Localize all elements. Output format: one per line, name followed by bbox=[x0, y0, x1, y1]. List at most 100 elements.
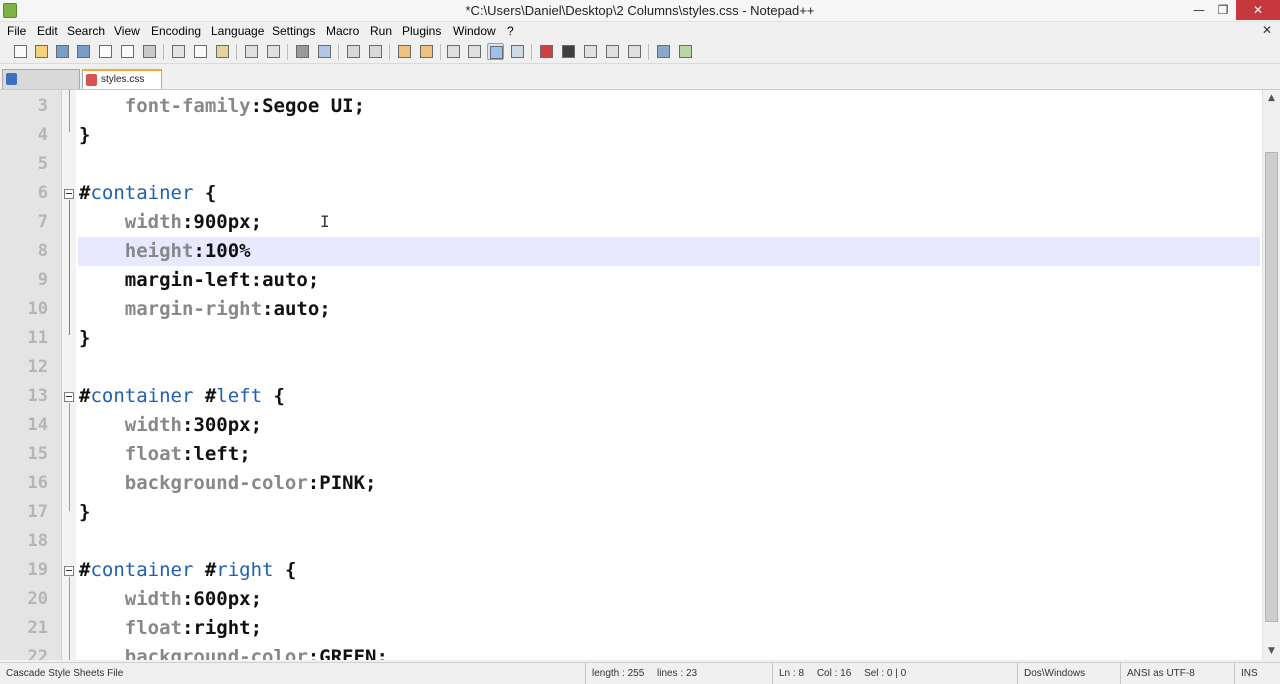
save-macro-icon[interactable] bbox=[626, 43, 643, 60]
code-editor[interactable]: 3 4 5 6 7 8 9 10 11 12 13 14 15 16 17 18 19 20 21 22 font-f… bbox=[0, 90, 1280, 660]
fold-collapse-icon[interactable] bbox=[64, 189, 74, 199]
status-lines: lines : 23 bbox=[657, 668, 698, 679]
code-token: : bbox=[250, 95, 263, 117]
scrollbar-thumb[interactable] bbox=[1265, 152, 1278, 622]
scroll-up-arrow-icon[interactable]: ▲ bbox=[1263, 90, 1280, 107]
close-document-icon[interactable]: ✕ bbox=[1262, 23, 1272, 37]
title-bar: *C:\Users\Daniel\Desktop\2 Columns\style… bbox=[0, 0, 1280, 22]
menu-plugins[interactable]: Plugins bbox=[402, 24, 441, 38]
menu-help[interactable]: ? bbox=[507, 24, 514, 38]
menu-settings[interactable]: Settings bbox=[272, 24, 315, 38]
close-all-icon[interactable] bbox=[119, 43, 136, 60]
line-number: 16 bbox=[27, 473, 48, 493]
code-token: auto bbox=[273, 298, 320, 320]
indent-guide-icon[interactable] bbox=[487, 43, 504, 60]
code-token: # bbox=[193, 385, 217, 407]
window-title: *C:\Users\Daniel\Desktop\2 Columns\style… bbox=[465, 3, 815, 18]
print-icon[interactable] bbox=[141, 43, 158, 60]
zoom-in-icon[interactable] bbox=[345, 43, 362, 60]
status-eol-format[interactable]: Dos\Windows bbox=[1017, 663, 1120, 684]
stop-recording-icon[interactable] bbox=[560, 43, 577, 60]
close-window-button[interactable]: ✕ bbox=[1236, 0, 1280, 20]
code-token: } bbox=[79, 501, 91, 523]
redo-icon[interactable] bbox=[265, 43, 282, 60]
saved-file-icon bbox=[6, 73, 17, 85]
vertical-scrollbar[interactable]: ▲ ▼ bbox=[1262, 90, 1280, 660]
close-file-icon[interactable] bbox=[97, 43, 114, 60]
status-col: Col : 16 bbox=[816, 668, 852, 679]
code-token: 600px bbox=[193, 588, 251, 610]
cut-icon[interactable] bbox=[170, 43, 187, 60]
restore-button[interactable]: ❐ bbox=[1212, 0, 1234, 20]
code-line: #container { bbox=[79, 179, 216, 208]
line-number: 13 bbox=[27, 386, 48, 406]
menu-view[interactable]: View bbox=[114, 24, 140, 38]
save-all-icon[interactable] bbox=[75, 43, 92, 60]
toolbar-separator bbox=[648, 44, 649, 60]
code-token: : bbox=[181, 617, 194, 639]
menu-run[interactable]: Run bbox=[370, 24, 392, 38]
fold-collapse-icon[interactable] bbox=[64, 392, 74, 402]
code-token: 100% bbox=[204, 240, 251, 262]
scroll-down-arrow-icon[interactable]: ▼ bbox=[1263, 643, 1280, 660]
menu-search[interactable]: Search bbox=[67, 24, 105, 38]
run-macro-multiple-icon[interactable] bbox=[604, 43, 621, 60]
show-all-characters-icon[interactable] bbox=[466, 43, 483, 60]
user-defined-dialog-icon[interactable] bbox=[509, 43, 526, 60]
menu-language[interactable]: Language bbox=[211, 24, 264, 38]
playback-macro-icon[interactable] bbox=[582, 43, 599, 60]
code-token: auto bbox=[262, 269, 308, 291]
code-token: PINK bbox=[319, 472, 366, 494]
code-line: } bbox=[79, 324, 90, 353]
toolbar-separator bbox=[163, 44, 164, 60]
plugin-tool-icon[interactable] bbox=[655, 43, 672, 60]
new-file-icon[interactable] bbox=[12, 43, 29, 60]
menu-encoding[interactable]: Encoding bbox=[151, 24, 201, 38]
fold-collapse-icon[interactable] bbox=[64, 566, 74, 576]
undo-icon[interactable] bbox=[243, 43, 260, 60]
code-token: background-color bbox=[124, 472, 308, 494]
save-icon[interactable] bbox=[54, 43, 71, 60]
code-line: background-color:PINK; bbox=[79, 469, 377, 498]
sync-horizontal-icon[interactable] bbox=[418, 43, 435, 60]
code-token: # bbox=[193, 559, 217, 581]
code-line: #container #right { bbox=[79, 556, 296, 585]
toolbar-separator bbox=[236, 44, 237, 60]
menu-window[interactable]: Window bbox=[453, 24, 496, 38]
copy-icon[interactable] bbox=[192, 43, 209, 60]
tab-other-file[interactable] bbox=[2, 69, 80, 89]
sync-vertical-icon[interactable] bbox=[396, 43, 413, 60]
code-token: margin-left bbox=[124, 269, 251, 291]
line-number: 10 bbox=[27, 299, 48, 319]
code-token: 900px bbox=[193, 211, 251, 233]
code-line: float:right; bbox=[79, 614, 262, 643]
tab-styles-css[interactable]: styles.css bbox=[82, 69, 162, 89]
code-token: container bbox=[90, 559, 194, 581]
code-line: width:300px; bbox=[79, 411, 262, 440]
minimize-button[interactable]: — bbox=[1188, 0, 1210, 20]
replace-icon[interactable] bbox=[316, 43, 333, 60]
word-wrap-icon[interactable] bbox=[445, 43, 462, 60]
spell-check-icon[interactable] bbox=[677, 43, 694, 60]
code-token: : bbox=[181, 443, 194, 465]
status-encoding[interactable]: ANSI as UTF-8 bbox=[1120, 663, 1234, 684]
status-length-lines: length : 255 lines : 23 bbox=[585, 663, 772, 684]
line-number: 5 bbox=[37, 154, 48, 174]
code-token: ; bbox=[239, 443, 251, 465]
code-token: : bbox=[193, 240, 205, 262]
record-macro-icon[interactable] bbox=[538, 43, 555, 60]
find-icon[interactable] bbox=[294, 43, 311, 60]
paste-icon[interactable] bbox=[214, 43, 231, 60]
zoom-out-icon[interactable] bbox=[367, 43, 384, 60]
toolbar bbox=[0, 40, 1280, 64]
menu-macro[interactable]: Macro bbox=[326, 24, 359, 38]
menu-file[interactable]: File bbox=[7, 24, 26, 38]
menu-edit[interactable]: Edit bbox=[37, 24, 58, 38]
open-file-icon[interactable] bbox=[33, 43, 50, 60]
code-token: : bbox=[181, 588, 194, 610]
code-token: : bbox=[250, 269, 263, 291]
